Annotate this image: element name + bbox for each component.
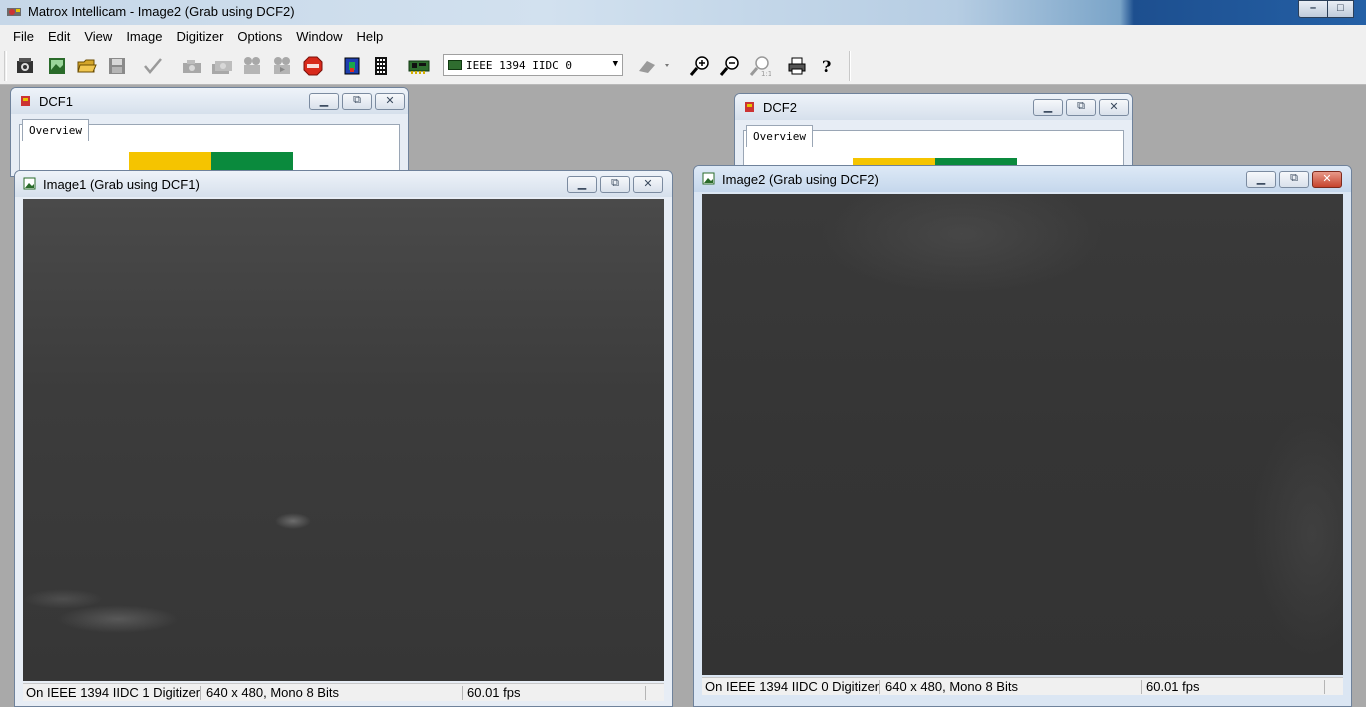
image2-status-format: 640 x 480, Mono 8 Bits: [885, 679, 1018, 694]
playback-icon[interactable]: [271, 55, 293, 77]
image1-live-view[interactable]: [23, 199, 664, 681]
image1-titlebar[interactable]: Image1 (Grab using DCF1) ▁ ⧉ ✕: [15, 171, 672, 197]
dcf-icon: [21, 96, 30, 106]
dcf1-restore-button[interactable]: ⧉: [342, 93, 372, 110]
image2-statusbar: On IEEE 1394 IIDC 0 Digitizer 640 x 480,…: [702, 677, 1343, 695]
menu-view[interactable]: View: [77, 27, 119, 46]
tab-overview[interactable]: Overview: [22, 119, 89, 141]
digitizer-select[interactable]: IEEE 1394 IIDC 0 ▼: [443, 54, 623, 76]
open-folder-icon[interactable]: [76, 55, 98, 77]
eraser-icon[interactable]: [635, 55, 673, 77]
digitizer-board-icon: [448, 60, 462, 70]
status-divider: [200, 686, 201, 700]
image1-window: Image1 (Grab using DCF1) ▁ ⧉ ✕ On IEEE 1…: [14, 170, 673, 707]
dcf2-title: DCF2: [763, 100, 797, 115]
help-icon[interactable]: ?: [817, 55, 839, 77]
image2-status-fps: 60.01 fps: [1146, 679, 1200, 694]
image2-live-view[interactable]: [702, 194, 1343, 675]
image1-title: Image1 (Grab using DCF1): [43, 177, 200, 192]
dcf1-tab-panel: Overview: [19, 119, 400, 176]
svg-text:?: ?: [822, 57, 831, 76]
dcf2-minimize-button[interactable]: ▁: [1033, 99, 1063, 116]
dcf1-close-button[interactable]: ✕: [375, 93, 405, 110]
image1-status-format: 640 x 480, Mono 8 Bits: [206, 685, 339, 700]
status-divider: [462, 686, 463, 700]
image2-title: Image2 (Grab using DCF2): [722, 172, 879, 187]
menu-image[interactable]: Image: [119, 27, 169, 46]
zoom-in-icon[interactable]: [689, 55, 711, 77]
dcf2-close-button[interactable]: ✕: [1099, 99, 1129, 116]
app-maximize-button[interactable]: □: [1327, 0, 1354, 18]
check-icon[interactable]: [142, 55, 164, 77]
open-image-icon[interactable]: [46, 55, 68, 77]
status-divider: [645, 686, 646, 700]
status-bar-yellow: [129, 152, 211, 172]
menu-file[interactable]: File: [6, 27, 41, 46]
record-icon[interactable]: [241, 55, 263, 77]
save-icon[interactable]: [106, 55, 128, 77]
dcf2-window: DCF2 ▁ ⧉ ✕ Overview: [734, 93, 1133, 173]
toolbar-separator: [849, 51, 851, 81]
zoom-out-icon[interactable]: [719, 55, 741, 77]
digitizer-select-value: IEEE 1394 IIDC 0: [466, 59, 572, 72]
image-icon: [23, 177, 36, 190]
status-divider: [879, 680, 880, 694]
status-bar-green: [211, 152, 293, 172]
app-title: Matrox Intellicam - Image2 (Grab using D…: [28, 4, 295, 19]
svg-text:1:1: 1:1: [761, 70, 771, 77]
stop-icon[interactable]: [302, 55, 324, 77]
app-titlebar: Matrox Intellicam - Image2 (Grab using D…: [0, 0, 1366, 25]
image1-statusbar: On IEEE 1394 IIDC 1 Digitizer 640 x 480,…: [23, 683, 664, 701]
image1-restore-button[interactable]: ⧉: [600, 176, 630, 193]
grab-multiple-icon[interactable]: [211, 55, 233, 77]
toolbar-grip[interactable]: [4, 51, 7, 81]
new-camera-icon[interactable]: [14, 55, 36, 77]
app-icon: [7, 8, 21, 16]
dcf-icon: [745, 102, 754, 112]
menu-edit[interactable]: Edit: [41, 27, 77, 46]
toolbar: 1:1 ?: [0, 47, 1366, 85]
status-divider: [1324, 680, 1325, 694]
image2-window: Image2 (Grab using DCF2) ▁ ⧉ ✕ On IEEE 1…: [693, 165, 1352, 707]
zoom-reset-icon[interactable]: 1:1: [749, 55, 771, 77]
grid-icon[interactable]: [370, 55, 392, 77]
dcf1-minimize-button[interactable]: ▁: [309, 93, 339, 110]
digitizer-board-icon[interactable]: [408, 55, 430, 77]
image1-status-fps: 60.01 fps: [467, 685, 521, 700]
menu-help[interactable]: Help: [349, 27, 390, 46]
grab-icon[interactable]: [181, 55, 203, 77]
menu-window[interactable]: Window: [289, 27, 349, 46]
menu-bar: File Edit View Image Digitizer Options W…: [0, 25, 1366, 47]
print-icon[interactable]: [786, 55, 808, 77]
dcf2-restore-button[interactable]: ⧉: [1066, 99, 1096, 116]
image2-restore-button[interactable]: ⧉: [1279, 171, 1309, 188]
dcf1-window: DCF1 ▁ ⧉ ✕ Overview: [10, 87, 409, 177]
image2-status-digitizer: On IEEE 1394 IIDC 0 Digitizer: [705, 679, 880, 694]
dcf1-title: DCF1: [39, 94, 73, 109]
tab-overview[interactable]: Overview: [746, 125, 813, 147]
menu-options[interactable]: Options: [230, 27, 289, 46]
image2-minimize-button[interactable]: ▁: [1246, 171, 1276, 188]
app-minimize-button[interactable]: –: [1298, 0, 1328, 18]
dcf2-titlebar[interactable]: DCF2 ▁ ⧉ ✕: [735, 94, 1132, 120]
menu-digitizer[interactable]: Digitizer: [169, 27, 230, 46]
image2-close-button[interactable]: ✕: [1312, 171, 1342, 188]
image1-status-digitizer: On IEEE 1394 IIDC 1 Digitizer: [26, 685, 201, 700]
image1-close-button[interactable]: ✕: [633, 176, 663, 193]
image2-titlebar[interactable]: Image2 (Grab using DCF2) ▁ ⧉ ✕: [694, 166, 1351, 192]
dcf1-titlebar[interactable]: DCF1 ▁ ⧉ ✕: [11, 88, 408, 114]
display-color-icon[interactable]: [341, 55, 363, 77]
image-icon: [702, 172, 715, 185]
chevron-down-icon[interactable]: ▼: [613, 59, 618, 69]
status-divider: [1141, 680, 1142, 694]
image1-minimize-button[interactable]: ▁: [567, 176, 597, 193]
